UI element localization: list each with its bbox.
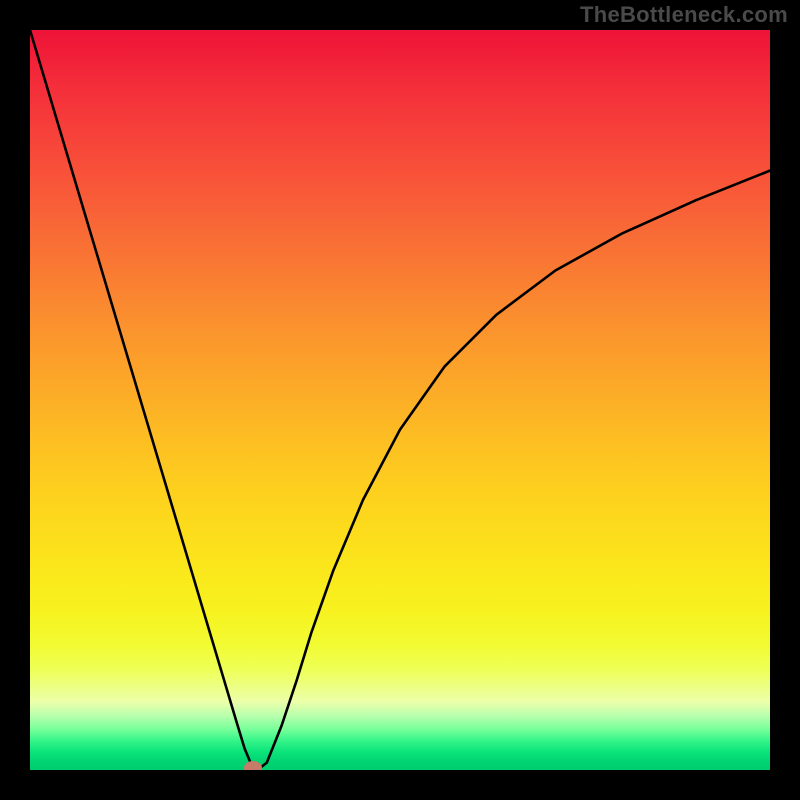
bottleneck-curve [30, 30, 770, 770]
plot-inner [30, 30, 770, 770]
plot-area [30, 30, 770, 770]
optimum-marker-dot [244, 761, 262, 770]
chart-frame: TheBottleneck.com [0, 0, 800, 800]
watermark-text: TheBottleneck.com [580, 2, 788, 28]
